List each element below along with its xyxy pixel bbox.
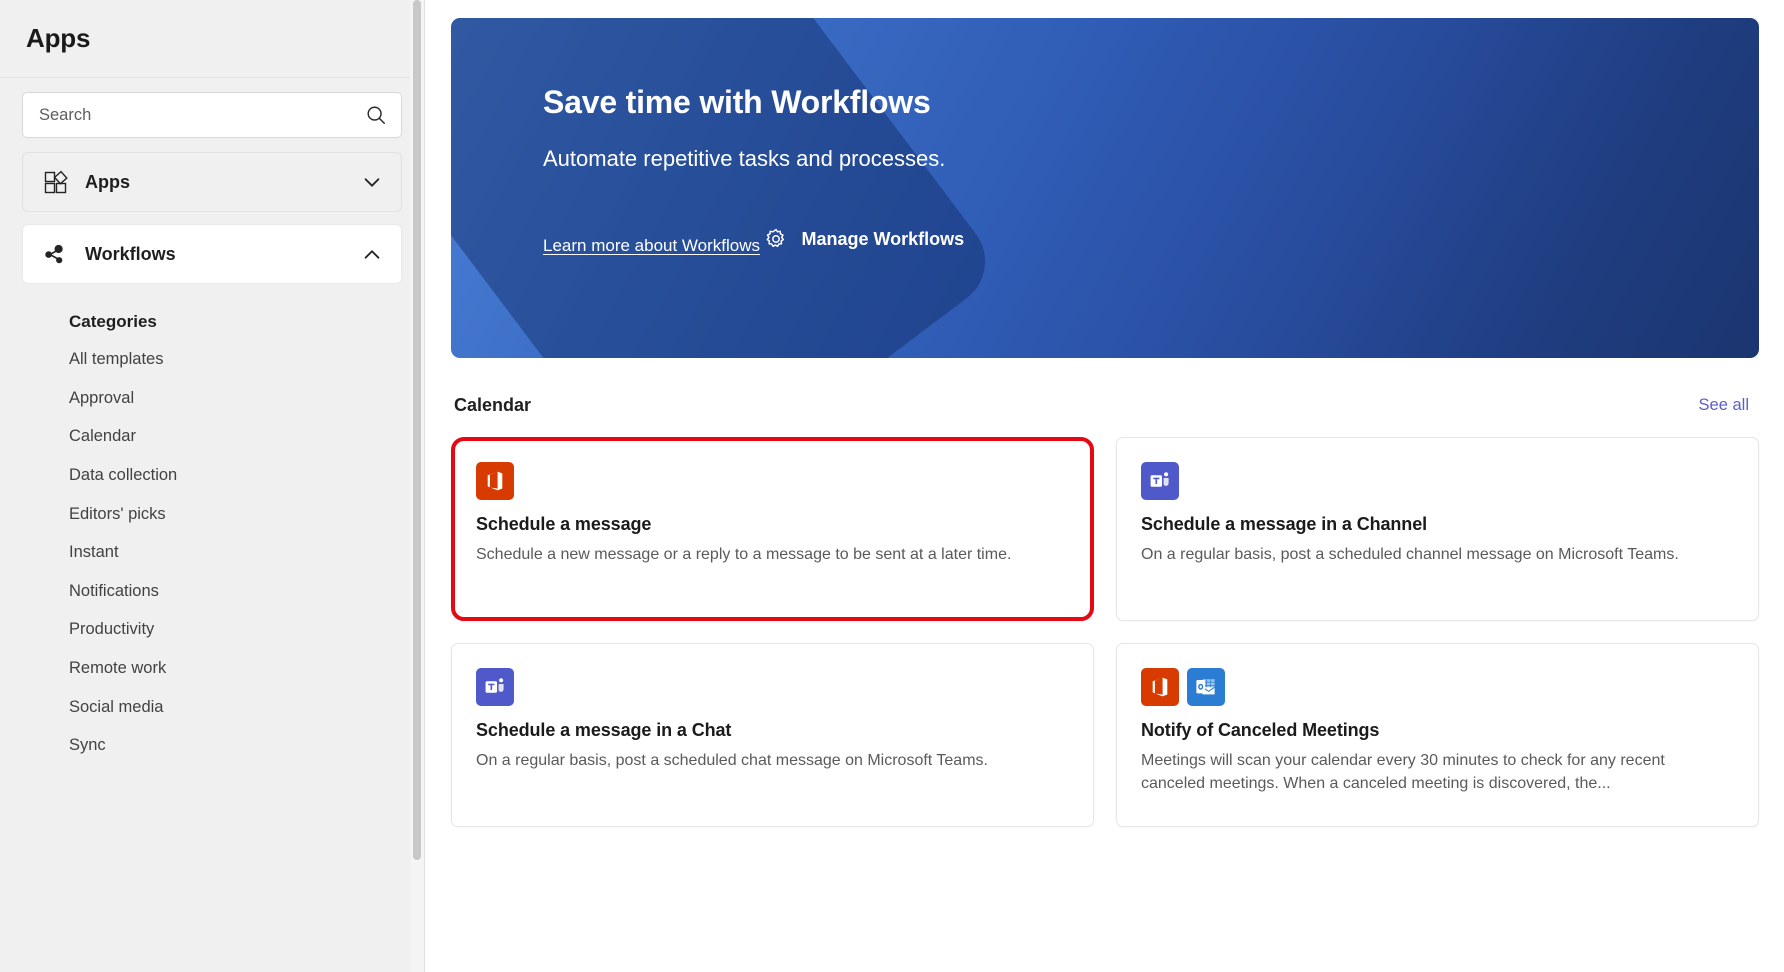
apps-store-page: Apps: [0, 0, 1784, 972]
teams-icon: [476, 668, 514, 706]
card-title: Notify of Canceled Meetings: [1141, 720, 1732, 741]
sidebar-item-data-collection[interactable]: Data collection: [22, 456, 402, 495]
template-card-schedule-a-message-in-a-chat[interactable]: Schedule a message in a Chat On a regula…: [451, 643, 1094, 827]
outlook-icon: [1187, 668, 1225, 706]
card-title: Schedule a message in a Channel: [1141, 514, 1732, 535]
card-icons: [1141, 668, 1732, 706]
workflows-share-icon: [43, 241, 69, 267]
sidebar-header: Apps: [0, 0, 424, 78]
template-card-grid: Schedule a message Schedule a new messag…: [451, 437, 1759, 827]
teams-icon: [1141, 462, 1179, 500]
learn-more-link[interactable]: Learn more about Workflows: [543, 236, 760, 256]
template-card-notify-of-canceled-meetings[interactable]: Notify of Canceled Meetings Meetings wil…: [1116, 643, 1759, 827]
sidebar: Apps: [0, 0, 425, 972]
card-title: Schedule a message: [476, 514, 1067, 535]
chevron-up-icon[interactable]: [361, 243, 383, 265]
sidebar-item-social-media[interactable]: Social media: [22, 688, 402, 727]
see-all-link[interactable]: See all: [1699, 396, 1749, 415]
sidebar-item-all-templates[interactable]: All templates: [22, 340, 402, 379]
search-icon[interactable]: [365, 104, 387, 126]
search-box[interactable]: [22, 92, 402, 138]
sidebar-body: Apps Workflo: [0, 78, 424, 765]
sidebar-scrollbar-thumb[interactable]: [413, 0, 421, 860]
sidebar-group-apps-label: Apps: [85, 172, 361, 193]
card-icons: [1141, 462, 1732, 500]
sidebar-group-workflows[interactable]: Workflows: [22, 224, 402, 284]
sidebar-item-sync[interactable]: Sync: [22, 726, 402, 765]
hero-title: Save time with Workflows: [543, 84, 1759, 121]
card-icons: [476, 462, 1067, 500]
section-title: Calendar: [454, 395, 531, 416]
sidebar-item-approval[interactable]: Approval: [22, 379, 402, 418]
sidebar-item-productivity[interactable]: Productivity: [22, 610, 402, 649]
sidebar-item-notifications[interactable]: Notifications: [22, 572, 402, 611]
gear-icon: [764, 227, 788, 251]
card-description: Meetings will scan your calendar every 3…: [1141, 750, 1732, 795]
card-icons: [476, 668, 1067, 706]
manage-workflows-button[interactable]: Manage Workflows: [764, 227, 964, 251]
hero-content: Save time with Workflows Automate repeti…: [451, 18, 1759, 256]
workflows-hero-banner: Save time with Workflows Automate repeti…: [451, 18, 1759, 358]
calendar-section-header: Calendar See all: [451, 358, 1759, 416]
chevron-down-icon[interactable]: [361, 171, 383, 193]
apps-grid-icon: [43, 169, 69, 195]
sidebar-item-instant[interactable]: Instant: [22, 533, 402, 572]
card-description: Schedule a new message or a reply to a m…: [476, 544, 1067, 567]
search-input[interactable]: [39, 106, 365, 125]
card-description: On a regular basis, post a scheduled cha…: [1141, 544, 1732, 567]
manage-workflows-label: Manage Workflows: [801, 229, 964, 250]
main-content: Save time with Workflows Automate repeti…: [425, 0, 1784, 972]
sidebar-scrollbar[interactable]: [410, 0, 424, 972]
sidebar-item-remote-work[interactable]: Remote work: [22, 649, 402, 688]
page-title: Apps: [26, 23, 90, 54]
categories-heading: Categories: [22, 296, 402, 340]
sidebar-item-editors-picks[interactable]: Editors' picks: [22, 495, 402, 534]
card-description: On a regular basis, post a scheduled cha…: [476, 750, 1067, 773]
office-icon: [476, 462, 514, 500]
sidebar-item-calendar[interactable]: Calendar: [22, 417, 402, 456]
hero-subtitle: Automate repetitive tasks and processes.: [543, 146, 1759, 172]
template-card-schedule-a-message-in-a-channel[interactable]: Schedule a message in a Channel On a reg…: [1116, 437, 1759, 621]
sidebar-group-apps[interactable]: Apps: [22, 152, 402, 212]
sidebar-group-workflows-label: Workflows: [85, 244, 361, 265]
card-title: Schedule a message in a Chat: [476, 720, 1067, 741]
template-card-schedule-a-message[interactable]: Schedule a message Schedule a new messag…: [451, 437, 1094, 621]
office-icon: [1141, 668, 1179, 706]
